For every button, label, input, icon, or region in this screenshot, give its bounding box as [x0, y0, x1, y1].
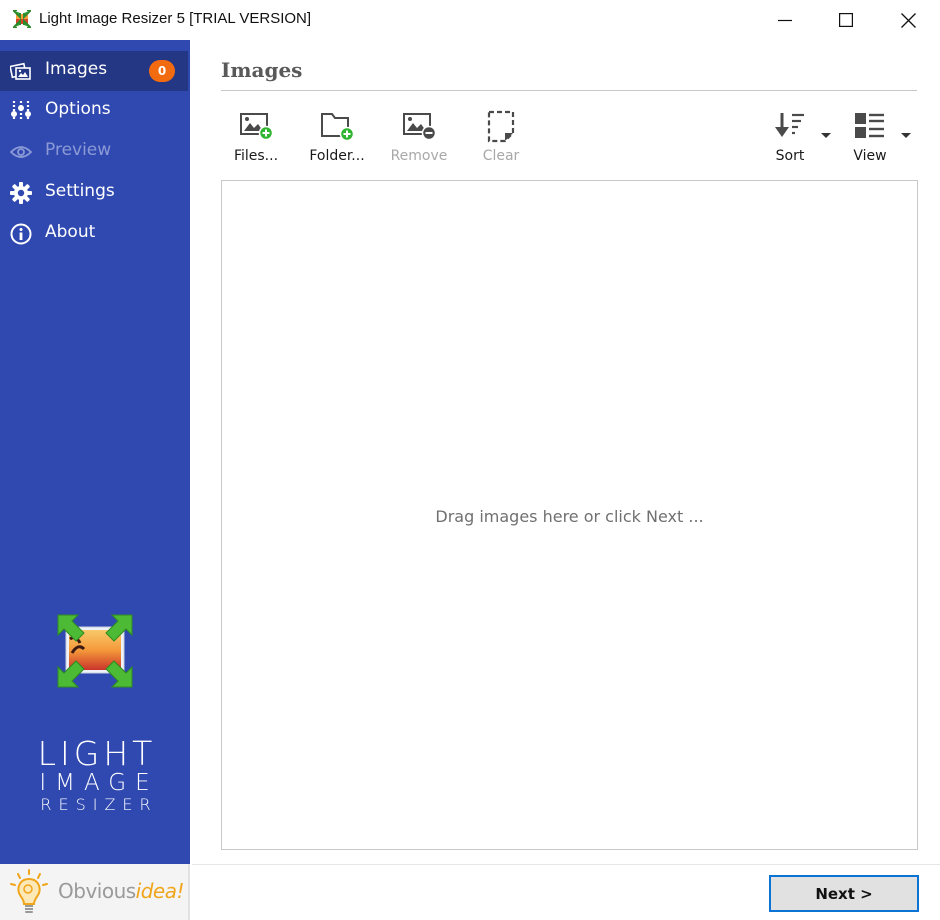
sidebar-item-preview[interactable]: Preview	[0, 132, 188, 172]
brand-name: Obviousidea!	[58, 879, 185, 903]
maximize-icon	[839, 13, 853, 27]
remove-button[interactable]: Remove	[381, 108, 457, 170]
sort-button[interactable]: Sort	[752, 108, 828, 170]
sidebar-item-settings[interactable]: Settings	[0, 173, 188, 213]
sort-dropdown-arrow-icon[interactable]	[821, 133, 831, 138]
tool-label: Remove	[390, 148, 448, 164]
app-window: Light Image Resizer 5 [TRIAL VERSION] Im…	[0, 0, 940, 920]
drop-hint-text: Drag images here or click Next ...	[435, 507, 704, 526]
sidebar-item-options[interactable]: Options	[0, 91, 188, 131]
tool-label: Files...	[233, 148, 279, 164]
page-title: Images	[221, 58, 303, 82]
obviousidea-brand[interactable]: Obviousidea!	[0, 864, 190, 920]
close-button[interactable]	[885, 0, 931, 40]
title-divider	[221, 90, 917, 91]
brand-part-idea: idea!	[135, 879, 185, 903]
view-icon	[850, 108, 890, 144]
images-icon	[10, 60, 32, 82]
tool-label: Sort	[775, 148, 805, 164]
add-files-button[interactable]: Files...	[218, 108, 294, 170]
view-button[interactable]: View	[832, 108, 908, 170]
next-button[interactable]: Next >	[769, 875, 919, 912]
sidebar: Images 0 Options Preview Settings About …	[0, 40, 190, 864]
sidebar-item-label: Settings	[45, 181, 115, 201]
sidebar-item-label: About	[45, 222, 96, 242]
tool-label: View	[853, 148, 887, 164]
clear-button[interactable]: Clear	[463, 108, 539, 170]
image-drop-zone[interactable]: Drag images here or click Next ...	[221, 180, 918, 850]
add-folder-button[interactable]: Folder...	[299, 108, 375, 170]
eye-icon	[10, 141, 32, 163]
sidebar-item-label: Images	[45, 59, 108, 79]
lightbulb-icon	[10, 869, 48, 913]
minimize-button[interactable]	[762, 0, 808, 40]
add-image-icon	[236, 108, 276, 144]
title-bar: Light Image Resizer 5 [TRIAL VERSION]	[0, 0, 940, 40]
footer-divider	[192, 864, 940, 865]
gear-icon	[10, 182, 32, 204]
view-dropdown-arrow-icon[interactable]	[901, 133, 911, 138]
remove-image-icon	[399, 108, 439, 144]
logo-text-resizer: RESIZER	[40, 795, 158, 814]
logo-text-image: IMAGE	[39, 770, 159, 796]
tool-label: Clear	[482, 148, 520, 164]
sidebar-item-label: Options	[45, 99, 111, 119]
clear-icon	[481, 108, 521, 144]
maximize-button[interactable]	[823, 0, 869, 40]
logo-text-light: LIGHT	[37, 734, 157, 773]
tool-label: Folder...	[309, 148, 365, 164]
sidebar-item-images[interactable]: Images 0	[0, 51, 188, 91]
window-title: Light Image Resizer 5 [TRIAL VERSION]	[39, 10, 312, 27]
light-image-resizer-logo-icon	[57, 614, 133, 688]
sort-icon	[770, 108, 810, 144]
app-logo-icon	[13, 10, 31, 28]
sidebar-item-about[interactable]: About	[0, 214, 188, 254]
sidebar-item-label: Preview	[45, 140, 112, 160]
minimize-icon	[778, 19, 792, 22]
brand-part-obvious: Obvious	[58, 879, 136, 903]
images-count-badge: 0	[149, 60, 175, 82]
sliders-icon	[10, 100, 32, 122]
close-icon	[900, 12, 916, 28]
add-folder-icon	[317, 108, 357, 144]
info-icon	[10, 223, 32, 245]
